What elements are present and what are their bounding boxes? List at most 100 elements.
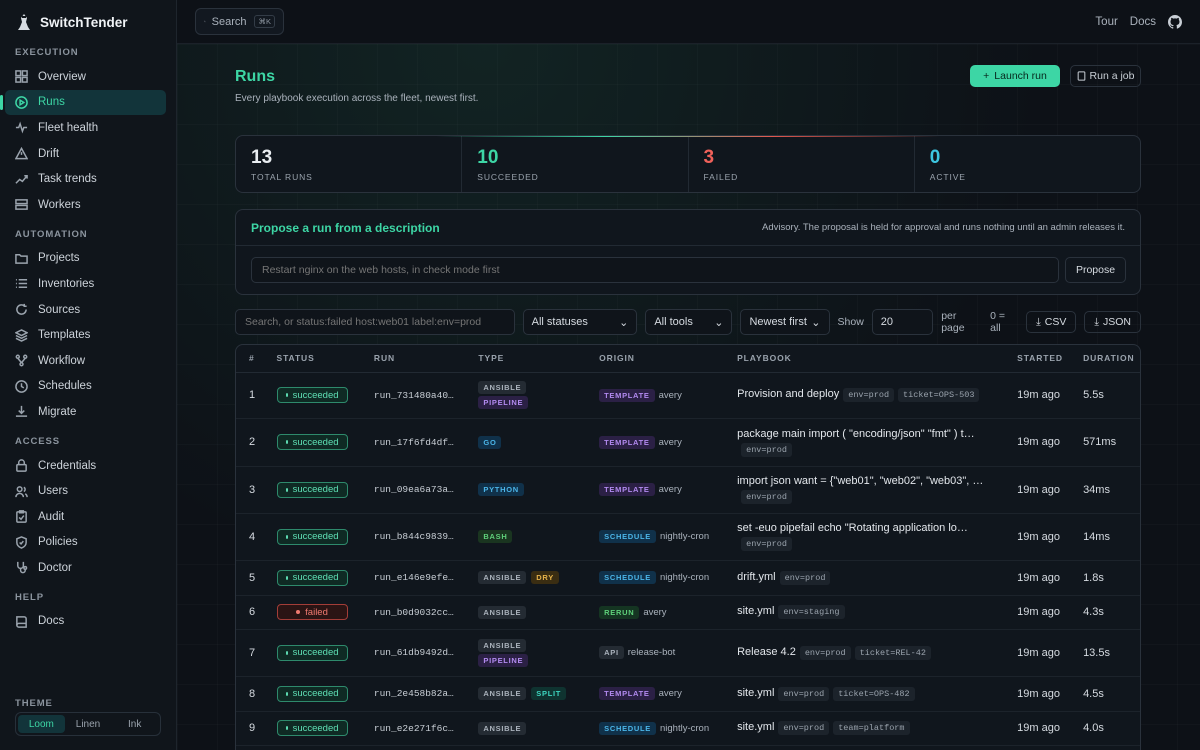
status-text: succeeded xyxy=(292,531,339,542)
csv-export-button[interactable]: ⤓ CSV xyxy=(1026,311,1077,333)
theme-option-linen[interactable]: Linen xyxy=(65,715,112,733)
nav-section-title: AUTOMATION xyxy=(15,228,88,240)
run-id[interactable]: run_09ea6a73a… xyxy=(369,466,475,514)
sidebar-item-workflow[interactable]: Workflow xyxy=(5,348,166,374)
row-number: 4 xyxy=(236,513,273,561)
type-tag: BASH xyxy=(478,530,513,543)
playbook-name: set -euo pipefail echo "Rotating applica… xyxy=(737,522,968,534)
sidebar-item-docs[interactable]: Docs xyxy=(5,609,166,635)
table-row[interactable]: 9 succeeded run_e2e271f6c… ANSIBLE SCHED… xyxy=(236,711,1140,746)
started-cell: 19m ago xyxy=(1013,711,1080,746)
sidebar-item-schedules[interactable]: Schedules xyxy=(5,374,166,400)
theme-option-loom[interactable]: Loom xyxy=(18,715,65,733)
sidebar-item-overview[interactable]: Overview xyxy=(5,64,166,90)
folder-icon xyxy=(15,253,28,264)
stat-label: FAILED xyxy=(703,172,739,182)
sidebar-item-credentials[interactable]: Credentials xyxy=(5,453,166,479)
logo-icon xyxy=(18,14,30,30)
sidebar-item-audit[interactable]: Audit xyxy=(5,504,166,530)
sidebar-item-label: Docs xyxy=(38,615,65,628)
table-row[interactable]: 8 succeeded run_2e458b82a… ANSIBLE SPLIT… xyxy=(236,676,1140,712)
table-row[interactable]: 6 failed run_b0d9032cc… ANSIBLE RERUN ave… xyxy=(236,595,1140,630)
table-row[interactable]: 4 succeeded run_b844c9839… BASH SCHEDULE… xyxy=(236,513,1140,561)
sidebar-item-migrate[interactable]: Migrate xyxy=(5,399,166,425)
run-id[interactable]: run_e2e271f6c… xyxy=(369,711,475,746)
run-id[interactable]: run_731480a40… xyxy=(369,372,475,419)
sidebar-item-inventories[interactable]: Inventories xyxy=(5,271,166,297)
refresh-icon xyxy=(16,303,27,315)
sidebar-nav: EXECUTION Overview Runs Fleet health Drift Ta… xyxy=(0,44,176,634)
status-text: succeeded xyxy=(292,722,339,734)
label-chip: env=prod xyxy=(741,537,792,551)
run-id[interactable]: run_b844c9839… xyxy=(369,513,475,561)
sidebar-item-users[interactable]: Users xyxy=(5,478,166,504)
status-badge: succeeded xyxy=(276,569,348,586)
origin-user: avery xyxy=(643,606,667,618)
sidebar-item-label: Audit xyxy=(38,510,65,523)
stat-label: SUCCEEDED xyxy=(477,172,539,182)
status-select[interactable]: All statuses ⌄ xyxy=(522,309,638,335)
sidebar-item-sources[interactable]: Sources xyxy=(5,297,166,323)
json-export-button[interactable]: ⤓ JSON xyxy=(1084,311,1142,333)
docs-link[interactable]: Docs xyxy=(1130,16,1156,28)
run-id[interactable]: run_61db9492d… xyxy=(369,629,475,677)
status-dot-icon xyxy=(285,691,288,696)
status-dot-icon xyxy=(285,575,288,580)
run-id[interactable]: run_b0d9032cc… xyxy=(369,595,475,630)
playbook-cell: Provision and deploy env=prod ticket=OPS-5… xyxy=(733,372,1014,419)
runs-search-input[interactable] xyxy=(235,309,515,335)
tour-link[interactable]: Tour xyxy=(1095,16,1117,28)
sidebar-item-workers[interactable]: Workers xyxy=(5,192,166,218)
origin-cell: TEMPLATE avery xyxy=(595,372,734,419)
theme-option-ink[interactable]: Ink xyxy=(111,715,158,733)
table-row[interactable]: 3 succeeded run_09ea6a73a… PYTHON TEMPLA… xyxy=(236,466,1140,514)
launch-run-button[interactable]: + Launch run xyxy=(970,65,1060,87)
tools-select[interactable]: All tools ⌄ xyxy=(645,309,733,335)
sidebar-item-projects[interactable]: Projects xyxy=(5,246,166,272)
sidebar-item-label: Projects xyxy=(38,252,80,265)
sidebar-item-runs[interactable]: Runs xyxy=(0,89,166,116)
origin-user: release-bot xyxy=(627,647,676,658)
github-icon[interactable] xyxy=(1168,14,1182,29)
propose-button[interactable]: Propose xyxy=(1065,257,1126,283)
table-row[interactable]: 5 succeeded run_e146e9efe… ANSIBLE DRY S… xyxy=(236,560,1140,596)
users-icon xyxy=(15,485,28,497)
table-row[interactable]: 2 succeeded run_17f6fd4df… GO TEMPLATE av… xyxy=(236,418,1140,467)
sidebar-item-label: Overview xyxy=(38,70,86,83)
table-row[interactable]: 1 succeeded run_731480a40… ANSIBLE PIPELI… xyxy=(236,372,1140,419)
clipboard-icon xyxy=(16,510,27,524)
sort-select[interactable]: Newest first ⌄ xyxy=(740,309,830,335)
type-cell: GO xyxy=(474,418,596,467)
row-number: 5 xyxy=(236,560,273,596)
run-id[interactable]: run_17f6fd4df… xyxy=(369,418,475,467)
column-header: DURATION xyxy=(1079,345,1140,373)
sidebar-item-templates[interactable]: Templates xyxy=(5,322,166,348)
origin-user: avery xyxy=(658,389,682,401)
sidebar-item-policies[interactable]: Policies xyxy=(5,530,166,556)
brand[interactable]: SwitchTender xyxy=(0,0,176,44)
row-number: 1 xyxy=(236,372,273,419)
chevron-down-icon: ⌄ xyxy=(811,316,821,329)
propose-note: Advisory. The proposal is held for appro… xyxy=(762,222,1125,233)
sidebar-item-drift[interactable]: Drift xyxy=(5,141,166,167)
propose-input[interactable] xyxy=(251,257,1059,283)
clock-icon xyxy=(15,380,28,393)
per-page-input[interactable]: 20 xyxy=(871,309,934,335)
table-row[interactable]: 7 succeeded run_61db9492d… ANSIBLE PIPELI… xyxy=(236,629,1140,677)
run-id[interactable]: run_e146e9efe… xyxy=(369,560,475,596)
run-id[interactable]: run_2e458b82a… xyxy=(369,676,475,712)
status-badge: succeeded xyxy=(276,481,348,498)
stat-value: 10 xyxy=(477,147,499,168)
origin-user: nightly-cron xyxy=(660,722,710,734)
warning-icon xyxy=(15,147,28,160)
search-button[interactable]: Search ⌘K xyxy=(195,8,284,35)
sidebar-item-fleet-health[interactable]: Fleet health xyxy=(5,115,166,141)
run-job-button[interactable]: Run a job xyxy=(1070,65,1141,87)
status-dot-icon xyxy=(285,534,288,539)
type-cell: ANSIBLE DRY xyxy=(474,560,596,596)
origin-tag: TEMPLATE xyxy=(599,435,655,449)
type-tag: PYTHON xyxy=(478,483,524,496)
origin-tag: SCHEDULE xyxy=(599,530,656,543)
sidebar-item-doctor[interactable]: Doctor xyxy=(5,555,166,581)
sidebar-item-task-trends[interactable]: Task trends xyxy=(5,166,166,192)
